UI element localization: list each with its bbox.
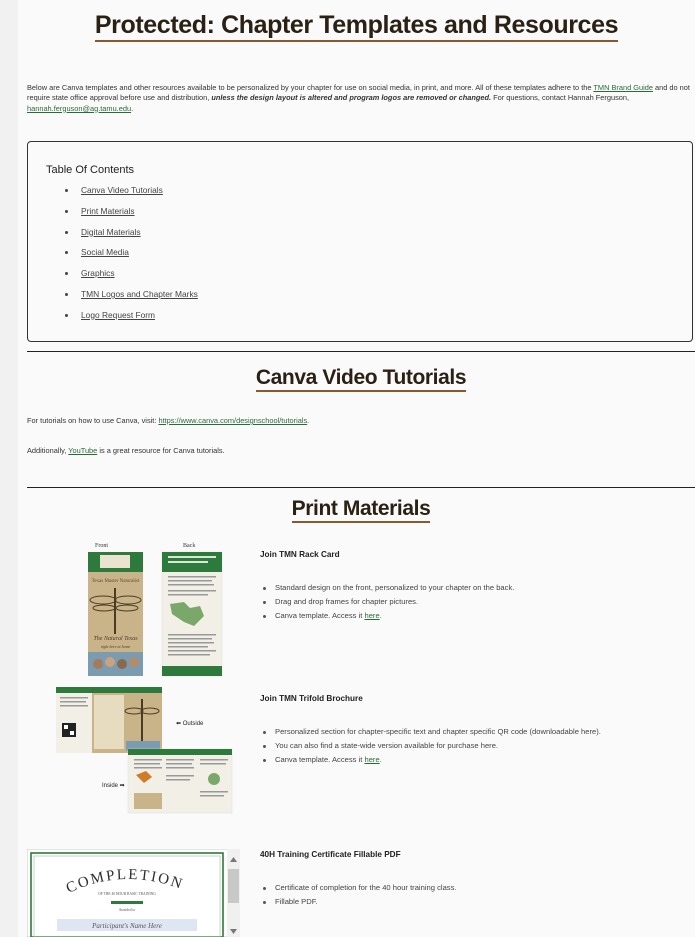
intro-emphasis: unless the design layout is altered and … (211, 93, 492, 103)
rack-card-name: Texas Master Naturalist (92, 579, 140, 584)
list-item: Certificate of completion for the 40 hou… (262, 881, 457, 895)
toc-link-social-media[interactable]: Social Media (81, 247, 129, 257)
brand-guide-link[interactable]: TMN Brand Guide (593, 83, 653, 92)
page-title-wrap: Protected: Chapter Templates and Resourc… (18, 11, 695, 42)
rack-card-back-label: Back (183, 543, 195, 549)
canva-heading: Canva Video Tutorials (27, 366, 695, 392)
rack-card-sub: right here at home (101, 644, 131, 649)
list-item: Standard design on the front, personaliz… (262, 581, 514, 595)
rack-card-template-link[interactable]: here (364, 611, 379, 620)
trifold-bullets: Personalized section for chapter-specifi… (262, 725, 601, 767)
toc-link-logo-request-form[interactable]: Logo Request Form (81, 310, 155, 320)
intro-paragraph: Below are Canva templates and other reso… (27, 83, 692, 114)
toc-title: Table Of Contents (46, 164, 135, 176)
trifold-brochure-image: ⬅ Outside Inside ➡ (54, 685, 234, 815)
toc-item: Graphics (65, 263, 198, 284)
list-item: Personalized section for chapter-specifi… (262, 725, 601, 739)
trifold-title: Join TMN Trifold Brochure (260, 694, 363, 703)
certificate-pdf-viewer[interactable]: COMPLETION OF THE 40 HOUR BASIC TRAINING… (27, 849, 240, 937)
section-divider (27, 351, 695, 352)
toc-link-print-materials[interactable]: Print Materials (81, 206, 135, 216)
trifold-inside-label: Inside ➡ (102, 783, 125, 789)
certificate-title: 40H Training Certificate Fillable PDF (260, 850, 401, 859)
certificate-subtext: OF THE 40 HOUR BASIC TRAINING (98, 892, 156, 896)
toc-item: Print Materials (65, 201, 198, 222)
toc-list: Canva Video Tutorials Print Materials Di… (65, 180, 198, 326)
list-item: Fillable PDF. (262, 895, 457, 909)
youtube-line: Additionally, YouTube is a great resourc… (27, 446, 225, 455)
scrollbar-thumb[interactable] (228, 869, 239, 903)
toc-item: Social Media (65, 242, 198, 263)
rack-card-bullets: Standard design on the front, personaliz… (262, 581, 514, 623)
toc-item: TMN Logos and Chapter Marks (65, 284, 198, 305)
intro-text: . (131, 103, 134, 113)
intro-text: Below are Canva templates and other reso… (27, 83, 594, 92)
toc-link-canva-video-tutorials[interactable]: Canva Video Tutorials (81, 185, 163, 195)
rack-card-image: Front Back Texas Master Naturalist The N… (58, 538, 228, 680)
rack-card-tagline: The Natural Texas (93, 636, 138, 642)
toc-item: Logo Request Form (65, 305, 198, 326)
toc-item: Canva Video Tutorials (65, 180, 198, 201)
trifold-outside-label: ⬅ Outside (176, 721, 204, 727)
list-item: You can also find a state-wide version a… (262, 739, 601, 753)
list-item: Drag and drop frames for chapter picture… (262, 595, 514, 609)
email-link[interactable]: hannah.ferguson@ag.tamu.edu (27, 104, 131, 113)
toc-link-tmn-logos[interactable]: TMN Logos and Chapter Marks (81, 289, 198, 299)
canva-heading-wrap: Canva Video Tutorials (27, 366, 695, 392)
page-title: Protected: Chapter Templates and Resourc… (18, 11, 695, 42)
trifold-template-link[interactable]: here (364, 755, 379, 764)
rack-card-title: Join TMN Rack Card (260, 550, 340, 559)
certificate-name-field: Participant's Name Here (91, 922, 162, 930)
certificate-awarded: Awarded to (119, 908, 136, 912)
print-heading-wrap: Print Materials (27, 497, 695, 523)
list-item: Canva template. Access it here. (262, 753, 601, 767)
intro-text: For questions, contact Hannah Ferguson, (491, 93, 630, 103)
toc-link-graphics[interactable]: Graphics (81, 268, 115, 278)
table-of-contents: Table Of Contents Canva Video Tutorials … (27, 141, 693, 342)
certificate-bullets: Certificate of completion for the 40 hou… (262, 881, 457, 909)
section-divider (27, 487, 695, 488)
canva-tutorials-line: For tutorials on how to use Canva, visit… (27, 416, 310, 425)
youtube-link[interactable]: YouTube (68, 446, 97, 455)
page-content: Protected: Chapter Templates and Resourc… (18, 0, 695, 937)
canva-designschool-link[interactable]: https://www.canva.com/designschool/tutor… (158, 416, 307, 425)
toc-item: Digital Materials (65, 222, 198, 243)
rack-card-front-label: Front (95, 543, 108, 549)
toc-link-digital-materials[interactable]: Digital Materials (81, 227, 141, 237)
list-item: Canva template. Access it here. (262, 609, 514, 623)
print-heading: Print Materials (27, 497, 695, 523)
